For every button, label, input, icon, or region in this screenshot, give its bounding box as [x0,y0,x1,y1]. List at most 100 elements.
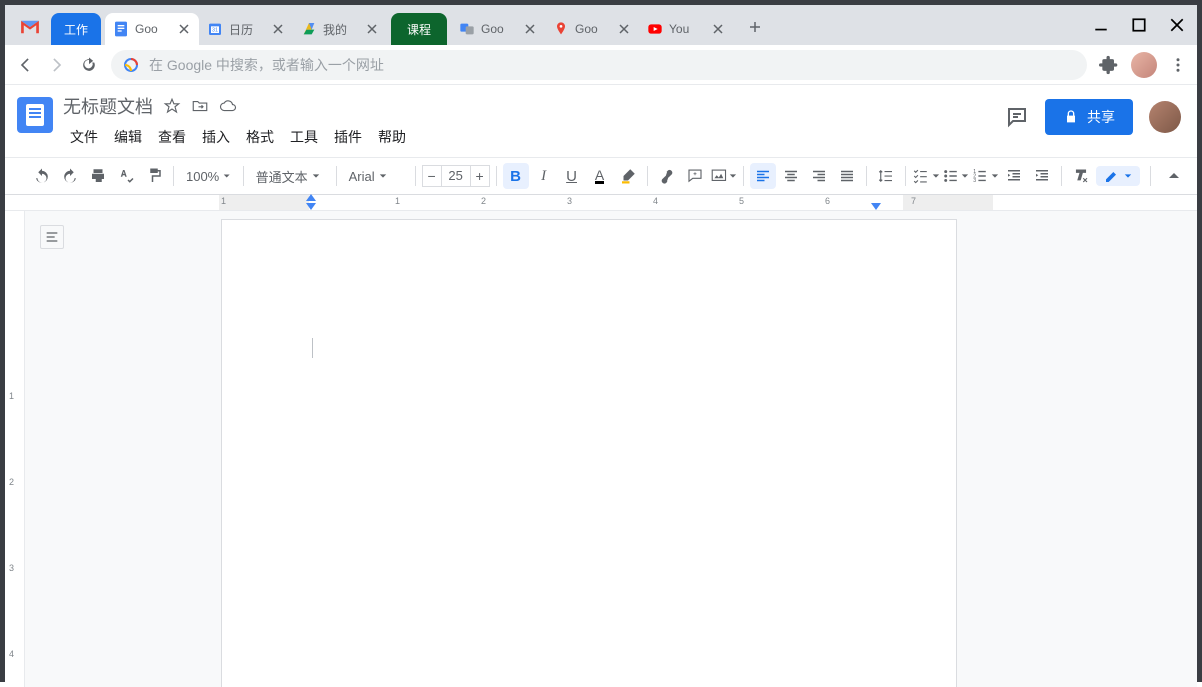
redo-button[interactable] [57,163,83,189]
close-icon[interactable] [271,22,285,36]
account-avatar[interactable] [1149,101,1181,133]
gmail-icon [19,19,41,35]
tab-docs-active[interactable]: Goo [105,13,199,45]
close-window-icon[interactable] [1169,17,1185,33]
close-icon[interactable] [711,22,725,36]
tab-youtube[interactable]: You [639,13,733,45]
doc-title[interactable]: 无标题文档 [63,93,153,119]
extensions-icon[interactable] [1099,55,1119,75]
menu-view[interactable]: 查看 [151,123,193,151]
bullet-list-button[interactable] [942,163,970,189]
outdent-button[interactable] [1001,163,1027,189]
comments-icon[interactable] [1005,105,1029,129]
insert-comment-button[interactable] [682,163,708,189]
ruler-number: 2 [481,196,486,206]
close-icon[interactable] [177,22,191,36]
insert-image-button[interactable] [710,163,738,189]
tab-drive[interactable]: 我的 [293,13,387,45]
left-indent-marker[interactable] [306,203,316,210]
tab-label: Goo [135,22,173,36]
cloud-status-icon[interactable] [219,97,237,115]
forward-icon[interactable] [47,55,67,75]
new-tab-button[interactable] [741,13,769,41]
align-justify-button[interactable] [834,163,860,189]
undo-button[interactable] [29,163,55,189]
font-size-decrease[interactable]: − [422,165,442,187]
google-g-icon [123,57,139,73]
print-button[interactable] [85,163,111,189]
tab-group-label: 工作 [64,21,88,38]
maps-favicon-icon [553,21,569,37]
menu-help[interactable]: 帮助 [371,123,413,151]
caret-down-icon [223,172,230,180]
ruler[interactable]: 1 1 2 3 4 5 6 7 [5,195,1197,211]
font-select[interactable]: Arial [343,163,409,189]
share-label: 共享 [1087,107,1115,127]
translate-favicon-icon [459,21,475,37]
tab-translate[interactable]: Goo [451,13,545,45]
collapse-toolbar-button[interactable] [1161,163,1187,189]
menu-edit[interactable]: 编辑 [107,123,149,151]
share-button[interactable]: 共享 [1045,99,1133,135]
menu-addons[interactable]: 插件 [327,123,369,151]
underline-button[interactable]: U [559,163,585,189]
font-size-value[interactable]: 25 [442,165,470,187]
caret-down-icon [991,172,999,180]
insert-link-button[interactable] [654,163,680,189]
font-size-control: − 25 + [422,164,490,188]
maximize-icon[interactable] [1131,17,1147,33]
menu-format[interactable]: 格式 [239,123,281,151]
move-icon[interactable] [191,97,209,115]
menu-insert[interactable]: 插入 [195,123,237,151]
tab-group-work[interactable]: 工作 [51,13,101,45]
svg-text:31: 31 [212,28,218,34]
close-icon[interactable] [617,22,631,36]
text-cursor [312,338,313,358]
vertical-ruler[interactable]: 1 2 3 4 [5,211,25,687]
right-indent-marker[interactable] [871,203,881,210]
lock-icon [1063,109,1079,125]
back-icon[interactable] [15,55,35,75]
line-spacing-button[interactable] [873,163,899,189]
clear-formatting-button[interactable] [1068,163,1094,189]
menu-file[interactable]: 文件 [63,123,105,151]
text-color-button[interactable]: A [587,163,613,189]
reload-icon[interactable] [79,55,99,75]
close-icon[interactable] [365,22,379,36]
tab-maps[interactable]: Goo [545,13,639,45]
tab-group-course[interactable]: 课程 [391,13,447,45]
tab-calendar[interactable]: 31 日历 [199,13,293,45]
numbered-list-button[interactable]: 123 [971,163,999,189]
editing-mode-button[interactable] [1096,166,1140,186]
font-size-increase[interactable]: + [470,165,490,187]
paint-format-button[interactable] [141,163,167,189]
outline-toggle-button[interactable] [40,225,64,249]
caret-down-icon [729,172,737,180]
browser-menu-icon[interactable] [1169,56,1187,74]
indent-button[interactable] [1029,163,1055,189]
zoom-select[interactable]: 100% [180,163,237,189]
close-icon[interactable] [523,22,537,36]
minimize-icon[interactable] [1093,17,1109,33]
highlight-button[interactable] [615,163,641,189]
first-line-indent-marker[interactable] [306,194,316,201]
align-right-button[interactable] [806,163,832,189]
calendar-favicon-icon: 31 [207,21,223,37]
ruler-number: 6 [825,196,830,206]
checklist-button[interactable] [912,163,940,189]
address-placeholder: 在 Google 中搜索，或者输入一个网址 [149,55,384,75]
bold-button[interactable]: B [503,163,529,189]
paragraph-style-select[interactable]: 普通文本 [250,163,330,189]
align-center-button[interactable] [778,163,804,189]
tab-group-label: 课程 [407,21,431,38]
align-left-button[interactable] [750,163,776,189]
address-bar[interactable]: 在 Google 中搜索，或者输入一个网址 [111,50,1087,80]
browser-profile-avatar[interactable] [1131,52,1157,78]
italic-button[interactable]: I [531,163,557,189]
menu-tools[interactable]: 工具 [283,123,325,151]
docs-logo[interactable] [17,97,53,133]
document-page[interactable] [221,219,957,687]
spellcheck-button[interactable] [113,163,139,189]
star-icon[interactable] [163,97,181,115]
ruler-number: 1 [221,196,226,206]
